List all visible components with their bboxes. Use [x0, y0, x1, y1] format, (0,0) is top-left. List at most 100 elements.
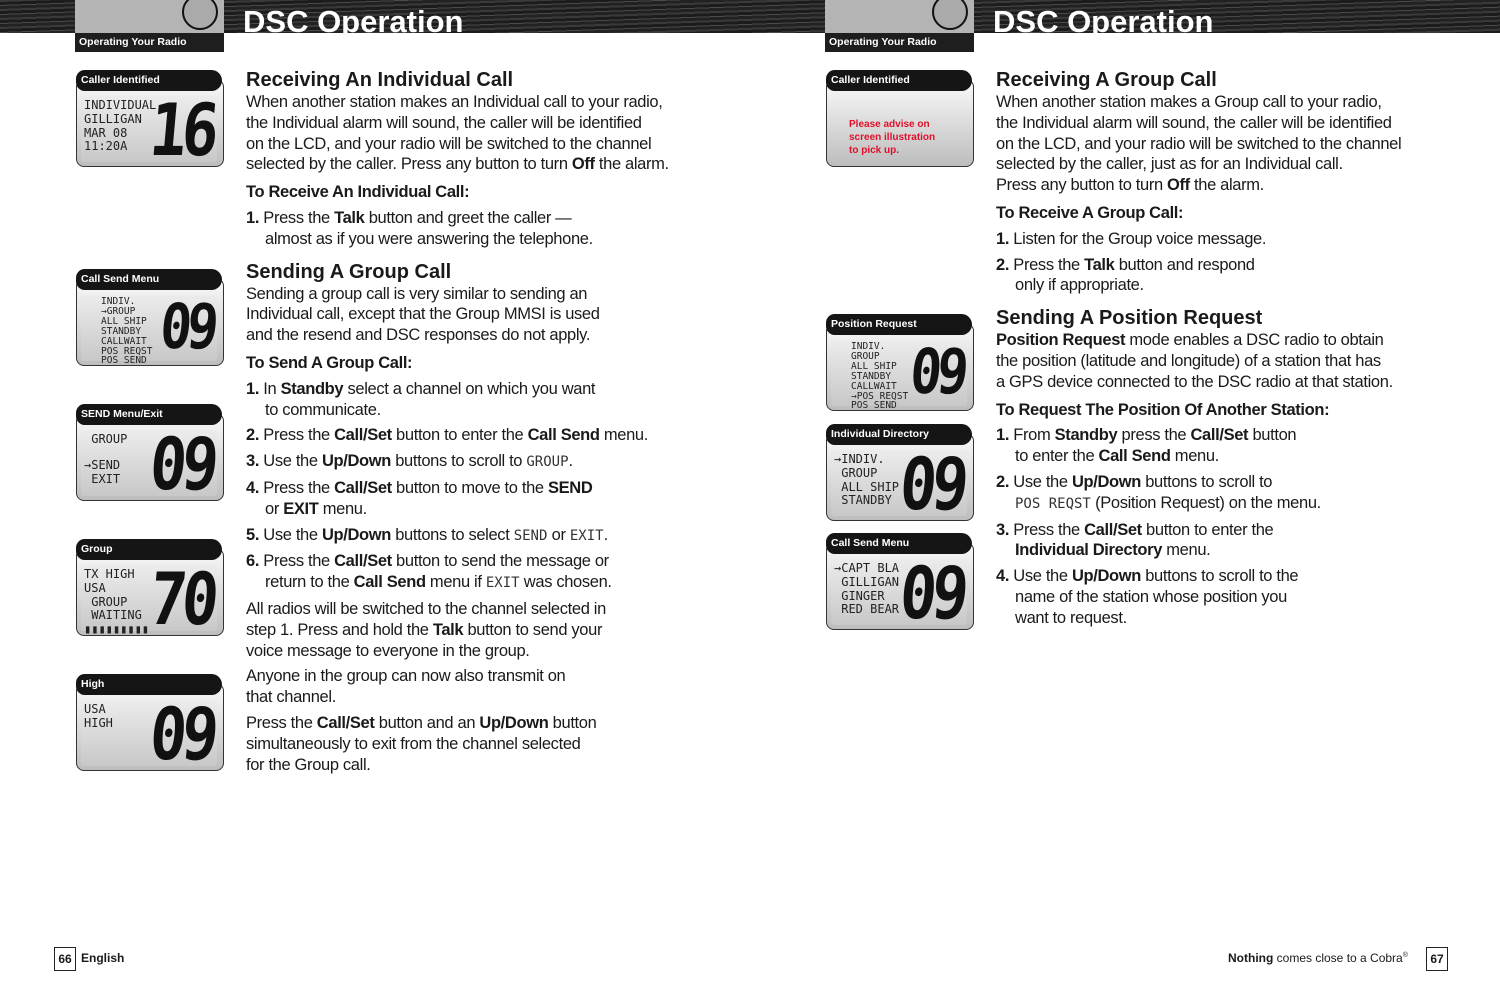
note-line: to pick up.	[849, 145, 899, 156]
text-run: buttons to scroll to	[391, 452, 527, 471]
bold-term: Call/Set	[316, 713, 375, 732]
text-run: Individual call, except that the Group M…	[246, 305, 600, 324]
bold-term: Up/Down	[1071, 472, 1141, 491]
tagline-text: comes close to a Cobra	[1273, 951, 1403, 965]
text-line: Press any button to turn Off the alarm.	[996, 175, 1436, 196]
text-line: the Individual alarm will sound, the cal…	[996, 113, 1436, 134]
text-run: selected by the caller. Press any button…	[246, 155, 572, 174]
lcd-term: POS REQST	[1015, 495, 1091, 512]
paragraph: Anyone in the group can now also transmi…	[246, 666, 686, 708]
text-run: the alarm.	[594, 155, 669, 174]
text-run: menu.	[1170, 447, 1219, 466]
text-run: buttons to scroll to the	[1141, 567, 1299, 586]
text-run: button to send your	[463, 620, 603, 639]
text-run: button and an	[374, 713, 480, 732]
right-page-text: Receiving A Group Call When another stati…	[996, 68, 1436, 629]
lcd-line: RED BEAR	[834, 602, 900, 617]
bold-term: Individual Directory	[1015, 541, 1163, 560]
text-line: step 1. Press and hold the Talk button t…	[246, 620, 686, 641]
lcd-illustration: Caller Identified INDIVIDUAL GILLIGAN MAR 0…	[76, 70, 224, 172]
text-run: menu.	[318, 499, 367, 518]
page-number-right: 67	[1426, 947, 1448, 971]
lcd-illustration: Position Request INDIV. GROUP ALL SHIP STAND…	[826, 314, 974, 411]
lcd-line: GROUP	[84, 432, 128, 446]
text-line: 2. Press the Talk button and respond	[996, 255, 1436, 276]
subheading: To Send A Group Call:	[246, 353, 413, 372]
bold-term: Up/Down	[321, 525, 391, 544]
text-run: voice message to everyone in the group.	[246, 641, 530, 660]
bold-term: 3.	[996, 520, 1010, 539]
lcd-lines: →CAPT BLA GILLIGAN GINGER RED BEAR	[834, 561, 900, 617]
text-run: or	[547, 525, 570, 544]
text-run: press the	[1117, 426, 1191, 445]
text-line: Press the Call/Set button and an Up/Down…	[246, 713, 686, 734]
text-run: button to send the message or	[391, 552, 609, 571]
text-run: Press the	[246, 713, 317, 732]
paragraph: Press the Call/Set button and an Up/Down…	[246, 713, 686, 775]
step: 5. Use the Up/Down buttons to select SEN…	[246, 525, 686, 547]
lcd-caption: High	[76, 674, 222, 695]
footer-language: English	[81, 951, 125, 965]
text-line: Sending a group call is very similar to …	[246, 284, 686, 305]
section-tab-label: Operating Your Radio	[75, 33, 224, 52]
text-run: the Individual alarm will sound, the cal…	[996, 113, 1392, 132]
note-line: screen illustration	[849, 132, 936, 143]
text-line: 1. In Standby select a channel on which …	[246, 379, 686, 400]
text-run: Press any button to turn	[996, 176, 1168, 195]
section-heading: Receiving A Group Call	[996, 69, 1217, 91]
text-line: selected by the caller, just as for an I…	[996, 154, 1436, 175]
text-run: the alarm.	[1189, 176, 1264, 195]
text-line: 6. Press the Call/Set button to send the…	[246, 551, 686, 572]
text-run: step 1. Press and hold the	[246, 620, 433, 639]
bold-term: 1.	[246, 208, 260, 227]
text-line: POS REQST (Position Request) on the menu…	[996, 493, 1436, 515]
text-run: All radios will be switched to the chann…	[246, 599, 606, 618]
bold-term: Call Send	[353, 573, 426, 592]
lcd-term: SEND	[513, 527, 548, 544]
text-line: Individual call, except that the Group M…	[246, 304, 686, 325]
bold-term: SEND	[547, 478, 593, 497]
lcd-line: USA	[84, 702, 106, 716]
step: 1. From Standby press the Call/Set butto…	[996, 425, 1436, 467]
text-line: All radios will be switched to the chann…	[246, 599, 686, 620]
channel-number: 09	[146, 692, 218, 776]
step: 1. In Standby select a channel on which …	[246, 379, 686, 421]
text-run: When another station makes a Group call …	[996, 93, 1382, 111]
channel-number: 09	[907, 335, 968, 408]
bold-term: Talk	[1084, 255, 1115, 274]
radio-knob-icon	[932, 0, 968, 30]
step: 3. Use the Up/Down buttons to scroll to …	[246, 451, 686, 473]
text-line: want to request.	[996, 608, 1436, 629]
bold-term: 1.	[996, 229, 1010, 248]
text-run: the Individual alarm will sound, the cal…	[246, 113, 642, 132]
lcd-caption: Caller Identified	[826, 70, 972, 91]
text-line: 1. Listen for the Group voice message.	[996, 229, 1436, 250]
paragraph: When another station makes a Group call …	[996, 92, 1436, 196]
lcd-screen: INDIV. →GROUP ALL SHIP STANDBY CALLWAIT POS R…	[81, 290, 217, 366]
text-run: When another station makes an Individual…	[246, 93, 663, 111]
section-heading: Sending A Position Request	[996, 307, 1263, 330]
bold-term: Call/Set	[1084, 520, 1142, 539]
text-run: Use the	[1009, 472, 1072, 491]
text-run: on the LCD, and your radio will be switc…	[246, 134, 652, 153]
lcd-illustration: Individual Directory →INDIV. GROUP ALL SH…	[826, 424, 974, 526]
text-run: selected by the caller, just as for an I…	[996, 155, 1343, 174]
lcd-caption: SEND Menu/Exit	[76, 404, 222, 425]
lcd-illustration: Caller Identified Please advise on screen …	[826, 70, 974, 167]
text-line: simultaneously to exit from the channel …	[246, 734, 686, 755]
text-run: button	[548, 713, 597, 732]
text-run: button and greet the caller —	[364, 208, 572, 227]
text-run: Press the	[259, 208, 335, 227]
text-line: on the LCD, and your radio will be switc…	[246, 134, 686, 155]
lcd-line: →SEND	[84, 457, 121, 472]
lcd-lines: INDIVIDUAL GILLIGAN MAR 08 11:20A	[84, 98, 156, 154]
lcd-caption: Group	[76, 539, 222, 560]
text-line: 2. Use the Up/Down buttons to scroll to	[996, 472, 1436, 493]
radio-body: INDIVIDUAL GILLIGAN MAR 08 11:20A 16	[76, 79, 224, 172]
text-run: From	[1009, 426, 1055, 445]
lcd-screen: GROUP →SEND EXIT 09	[81, 422, 218, 506]
step: 1. Listen for the Group voice message.	[996, 229, 1436, 250]
text-line: that channel.	[246, 687, 686, 708]
lcd-caption: Call Send Menu	[826, 533, 972, 554]
lcd-line: →INDIV.	[834, 452, 885, 466]
